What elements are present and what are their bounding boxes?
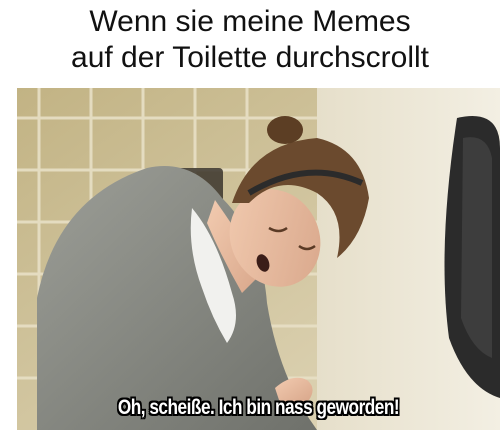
meme-photo — [17, 88, 500, 430]
meme-subtitle: Oh, scheiße. Ich bin nass geworden! — [117, 396, 400, 419]
caption-line-1: Wenn sie meine Memes — [89, 5, 411, 38]
caption-line-2: auf der Toilette durchscrollt — [71, 41, 429, 74]
meme-caption: Wenn sie meine Memes auf der Toilette du… — [0, 4, 500, 76]
